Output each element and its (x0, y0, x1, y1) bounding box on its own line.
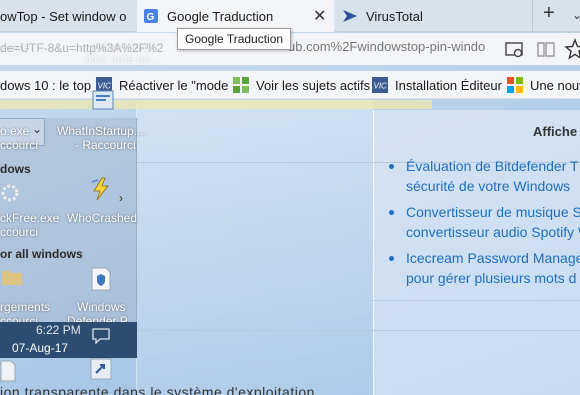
favorite-label: Réactiver le "mode (119, 77, 229, 93)
shortcut-label[interactable]: - Raccourci (75, 138, 136, 152)
start-section-header: or all windows (0, 247, 83, 261)
reading-view-icon[interactable] (503, 38, 525, 60)
panel-title: Affiche (533, 124, 578, 139)
ghost-label: bloc note po... (85, 52, 161, 66)
article-link[interactable]: Icecream Password Manage pour gérer plus… (389, 248, 580, 288)
tab-title: VirusTotal (366, 8, 423, 24)
tab-tooltip: Google Traduction (177, 28, 292, 50)
wallpaper-light-pane (136, 100, 373, 395)
windows-green-icon (233, 77, 249, 93)
vic-icon: VIC (372, 77, 388, 93)
article-text: Icecream Password Manage pour gérer plus… (406, 250, 580, 286)
chevron-down-icon[interactable]: ⌄ (572, 8, 580, 22)
whocrashed-lightning-icon[interactable] (88, 176, 114, 202)
favorite-label: dows 10 : le top (0, 77, 92, 93)
list-bullet (389, 164, 394, 169)
tab-divider (532, 0, 533, 32)
favorites-bar: dows 10 : le top VIC Réactiver le "mode … (0, 71, 580, 99)
article-text: Évaluation de Bitdefender T sécurité de … (406, 158, 579, 194)
favorite-item[interactable]: VIC Installation Éditeur (372, 71, 502, 99)
tab-title: Google Traduction (167, 8, 274, 24)
tab-title: owTop - Set window o (0, 8, 127, 24)
new-tab-plus-icon[interactable]: + (543, 2, 555, 25)
favorite-item[interactable]: Voir les sujets actifs (233, 71, 370, 99)
windows-logo-icon (507, 77, 523, 93)
divider (137, 330, 580, 331)
shortcut-label[interactable]: WhoCrashed (67, 211, 137, 225)
gear-icon[interactable] (0, 180, 26, 206)
clock-date: 07-Aug-17 (12, 341, 69, 355)
folder-icon[interactable] (0, 264, 26, 290)
shortcut-label[interactable]: ckFree.exe (0, 211, 59, 225)
start-section-header: dows (0, 162, 31, 176)
ghost-label: e.exe (0, 40, 30, 54)
list-bullet (389, 210, 394, 215)
favorite-label: Une nouv (530, 77, 580, 93)
tab-windowstop[interactable]: owTop - Set window o (0, 0, 136, 32)
shortcut-label[interactable]: o.exe (0, 124, 29, 138)
article-link[interactable]: Évaluation de Bitdefender T sécurité de … (389, 156, 580, 196)
article-list: Évaluation de Bitdefender T sécurité de … (389, 156, 580, 288)
article-link[interactable]: Convertisseur de musique S convertisseur… (389, 202, 580, 242)
chevron-down-icon[interactable]: ⌄ (32, 122, 42, 136)
virustotal-icon (343, 10, 357, 22)
list-bullet (389, 256, 394, 261)
divider (373, 300, 580, 301)
google-translate-icon: G (144, 9, 158, 23)
shortcut-label[interactable]: ccourci (0, 138, 38, 152)
shortcut-icon[interactable] (88, 356, 114, 382)
action-center-icon[interactable] (92, 328, 110, 344)
favorite-label: Voir les sujets actifs (256, 77, 371, 93)
svg-text:VIC: VIC (374, 82, 388, 91)
shortcut-label[interactable]: ccourci (0, 225, 38, 239)
whatinstartup-icon[interactable] (90, 88, 116, 114)
book-icon[interactable] (535, 38, 557, 60)
close-tab-icon[interactable]: ✕ (313, 6, 326, 26)
favorite-item[interactable]: dows 10 : le top (0, 71, 91, 99)
shortcut-label[interactable]: rgements (0, 300, 50, 314)
notification-strip (0, 100, 432, 109)
favorite-item[interactable]: Une nouv (507, 71, 580, 99)
clock-time: 6:22 PM (36, 323, 81, 337)
article-text: Convertisseur de musique S convertisseur… (406, 204, 580, 240)
page-body-text: ion transparente dans le système d'explo… (0, 384, 315, 395)
favorite-label: Installation Éditeur (395, 77, 502, 93)
shortcut-label[interactable]: WhatInStartup.... (57, 124, 147, 138)
shortcut-label[interactable]: Windows (77, 300, 126, 314)
star-favorite-icon[interactable] (564, 38, 580, 60)
tab-virustotal[interactable]: VirusTotal (336, 0, 526, 32)
windows-defender-icon[interactable] (88, 266, 114, 292)
svg-text:G: G (147, 12, 155, 23)
address-url-field[interactable]: ub.com%2Fwindowstop-pin-windo (288, 39, 485, 54)
file-icon[interactable] (0, 360, 16, 382)
chevron-right-icon[interactable]: › (119, 191, 123, 205)
